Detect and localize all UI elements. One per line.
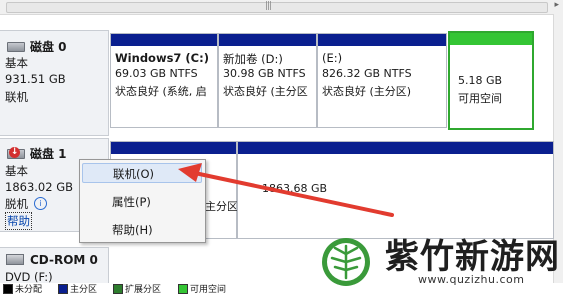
horizontal-scrollbar[interactable]: ||| ▸ <box>0 0 563 15</box>
partition-status: 状态良好 (主分区) <box>322 85 412 98</box>
partition-free-space[interactable]: 5.18 GB 可用空间 <box>448 31 534 130</box>
menu-item-help[interactable]: 帮助(H) <box>82 220 202 240</box>
dvd-drive-icon <box>6 254 24 265</box>
free-space-status: 可用空间 <box>458 92 502 105</box>
disk-1-status: 脱机 <box>5 197 28 211</box>
partition-title: Windows7 (C:) <box>115 51 209 65</box>
free-space-size: 5.18 GB <box>458 74 503 87</box>
partition-bar <box>238 142 553 154</box>
disk-1-name: 磁盘 1 <box>30 147 67 161</box>
red-pointer-arrow-icon <box>178 163 394 217</box>
legend-label: 扩展分区 <box>125 285 162 295</box>
watermark-brand: 紫竹新游网 <box>385 237 560 277</box>
partition-e[interactable]: (E:) 826.32 GB NTFS 状态良好 (主分区) <box>317 33 447 128</box>
partition-bar <box>111 34 217 46</box>
disk-0-name: 磁盘 0 <box>30 40 67 54</box>
partition-bar <box>450 33 532 45</box>
scroll-right-arrow-icon[interactable]: ▸ <box>554 0 559 10</box>
scrollbar-thumb[interactable] <box>6 2 548 13</box>
legend-label: 可用空间 <box>190 285 227 295</box>
partition-c[interactable]: Windows7 (C:) 69.03 GB NTFS 状态良好 (系统, 启 <box>110 33 218 128</box>
partition-d[interactable]: 新加卷 (D:) 30.98 GB NTFS 状态良好 (主分区 <box>218 33 317 128</box>
legend-label: 未分配 <box>15 285 43 295</box>
partition-size: 69.03 GB NTFS <box>115 67 198 80</box>
partition-size: 30.98 GB NTFS <box>223 67 306 80</box>
scrollbar-grip-icon: ||| <box>265 1 272 11</box>
partition-title: (E:) <box>322 51 343 65</box>
hard-disk-icon <box>7 42 25 52</box>
partition-size: 826.32 GB NTFS <box>322 67 412 80</box>
disk-1-size: 1863.02 GB <box>5 180 74 194</box>
partition-status: 状态良好 (主分区 <box>223 85 308 98</box>
disk-0-status: 联机 <box>5 90 28 104</box>
disk-0-type: 基本 <box>5 56 28 70</box>
cdrom-name: CD-ROM 0 <box>30 253 98 267</box>
cdrom-label-panel[interactable]: CD-ROM 0 DVD (F:) <box>0 247 109 287</box>
bamboo-logo-icon <box>322 238 370 286</box>
offline-warning-icon: ↓ <box>9 147 20 158</box>
disk-1-type: 基本 <box>5 164 28 178</box>
disk-0-label-panel[interactable]: 磁盘 0 基本 931.51 GB 联机 <box>0 30 109 136</box>
watermark-url: www.quzizhu.com <box>418 273 525 286</box>
partition-bar <box>111 142 236 154</box>
partition-bar <box>219 34 316 46</box>
partition-status: 状态良好 (系统, 启 <box>115 85 207 98</box>
partition-title: 新加卷 (D:) <box>223 52 283 66</box>
disk-0-size: 931.51 GB <box>5 72 66 86</box>
legend-label: 主分区 <box>70 285 98 295</box>
partition-bar <box>318 34 446 46</box>
info-icon[interactable]: i <box>34 197 47 210</box>
help-link[interactable]: 帮助 <box>5 212 32 230</box>
